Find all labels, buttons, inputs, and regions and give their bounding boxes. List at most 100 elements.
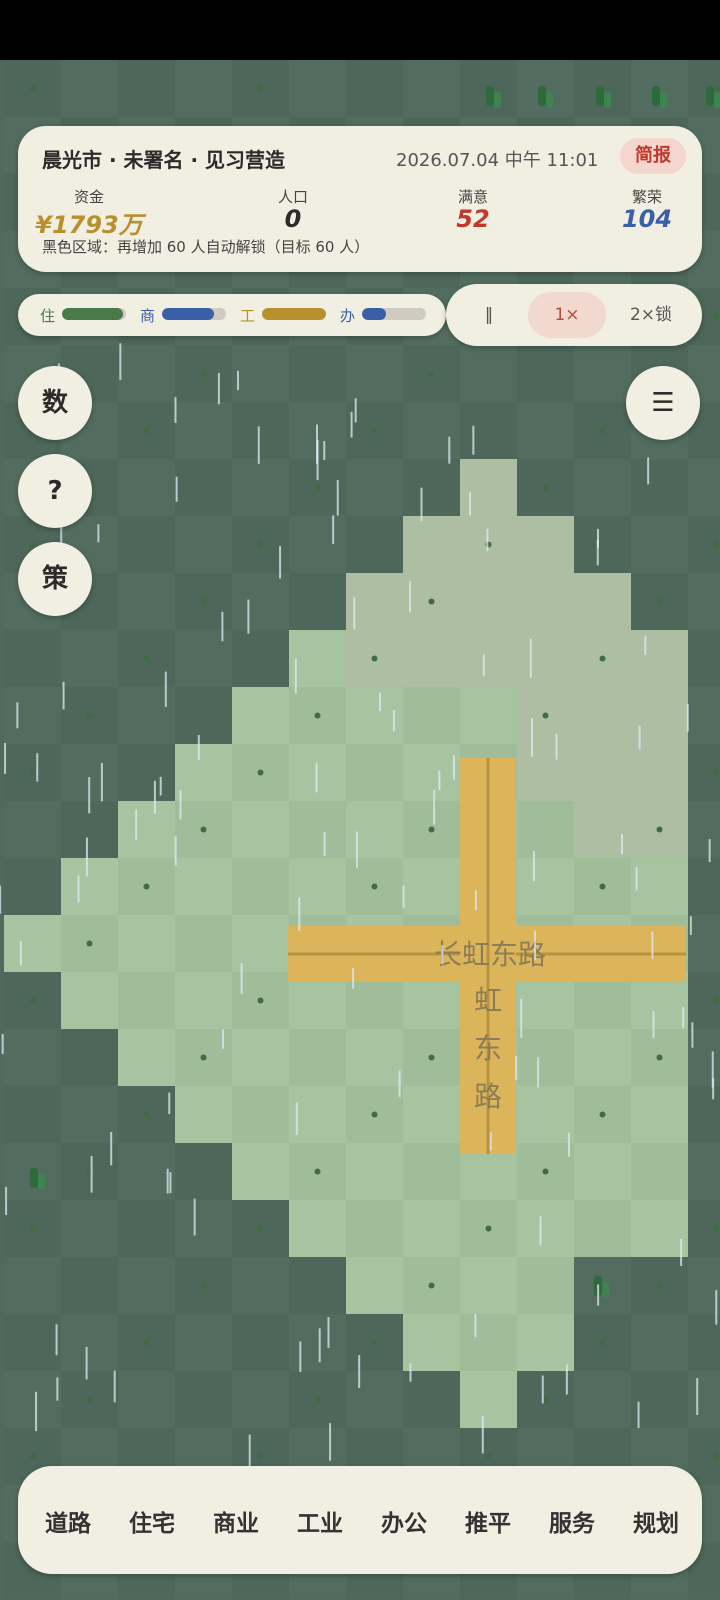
map-tile[interactable]	[61, 858, 118, 915]
map-tile[interactable]	[118, 573, 175, 630]
map-tile[interactable]	[175, 516, 232, 573]
map-tile[interactable]	[175, 858, 232, 915]
map-tile[interactable]	[289, 744, 346, 801]
tool-residential[interactable]: 住宅	[110, 1504, 194, 1538]
map-tile[interactable]	[61, 1200, 118, 1257]
map-tile[interactable]	[631, 1200, 688, 1257]
map-tile[interactable]	[574, 744, 631, 801]
map-tile[interactable]	[232, 1314, 289, 1371]
map-tile[interactable]	[574, 1371, 631, 1428]
map-tile[interactable]	[175, 1371, 232, 1428]
map-tile[interactable]	[346, 1257, 403, 1314]
policy-button[interactable]: 策	[18, 542, 92, 616]
tool-office[interactable]: 办公	[362, 1504, 446, 1538]
map-tile[interactable]	[517, 858, 574, 915]
map-tile[interactable]	[61, 1314, 118, 1371]
map-tile[interactable]	[4, 915, 61, 972]
tool-commercial[interactable]: 商业	[194, 1504, 278, 1538]
map-tile[interactable]	[4, 687, 61, 744]
map-tile[interactable]	[631, 744, 688, 801]
map-tile[interactable]	[232, 402, 289, 459]
map-tile[interactable]	[232, 459, 289, 516]
map-tile[interactable]	[460, 573, 517, 630]
map-tile[interactable]	[688, 459, 720, 516]
map-tile[interactable]	[403, 1371, 460, 1428]
map-tile[interactable]	[517, 516, 574, 573]
map-tile[interactable]	[346, 459, 403, 516]
map-tile[interactable]	[289, 345, 346, 402]
map-tile[interactable]	[232, 1257, 289, 1314]
map-tile[interactable]	[175, 915, 232, 972]
map-tile[interactable]	[574, 687, 631, 744]
tool-bulldoze[interactable]: 推平	[446, 1504, 530, 1538]
map-tile[interactable]	[403, 687, 460, 744]
map-tile[interactable]	[460, 1371, 517, 1428]
map-tile[interactable]	[460, 345, 517, 402]
map-tile[interactable]	[289, 801, 346, 858]
map-tile[interactable]	[403, 858, 460, 915]
map-tile[interactable]	[118, 516, 175, 573]
map-tile[interactable]	[175, 687, 232, 744]
map-tile[interactable]	[118, 915, 175, 972]
help-button[interactable]: ?	[18, 454, 92, 528]
map-tile[interactable]	[574, 1143, 631, 1200]
map-tile[interactable]	[4, 1314, 61, 1371]
map-tile[interactable]	[175, 459, 232, 516]
map-tile[interactable]	[517, 1086, 574, 1143]
map-tile[interactable]	[175, 630, 232, 687]
map-tile[interactable]	[631, 1371, 688, 1428]
map-tile[interactable]	[175, 1143, 232, 1200]
map-tile[interactable]	[688, 915, 720, 972]
pause-button[interactable]: ‖	[450, 292, 528, 338]
map-tile[interactable]	[688, 573, 720, 630]
map-tile[interactable]	[4, 630, 61, 687]
map-tile[interactable]	[688, 1086, 720, 1143]
map-tile[interactable]	[631, 459, 688, 516]
map-tile[interactable]	[688, 1143, 720, 1200]
map-tile[interactable]	[232, 858, 289, 915]
map-tile[interactable]	[631, 858, 688, 915]
map-tile[interactable]	[118, 744, 175, 801]
map-tile[interactable]	[460, 1314, 517, 1371]
map-tile[interactable]	[61, 972, 118, 1029]
map-tile[interactable]	[61, 60, 118, 117]
map-tile[interactable]	[346, 744, 403, 801]
map-tile[interactable]	[517, 744, 574, 801]
map-tile[interactable]	[574, 1029, 631, 1086]
map-tile[interactable]	[346, 516, 403, 573]
map-tile[interactable]	[403, 1200, 460, 1257]
map-tile[interactable]	[232, 1143, 289, 1200]
map-tile[interactable]	[631, 516, 688, 573]
map-tile[interactable]	[175, 60, 232, 117]
map-tile[interactable]	[403, 516, 460, 573]
map-tile[interactable]	[346, 60, 403, 117]
map-tile[interactable]	[61, 1257, 118, 1314]
map-tile[interactable]	[403, 1143, 460, 1200]
map-tile[interactable]	[631, 1086, 688, 1143]
tool-industrial[interactable]: 工业	[278, 1504, 362, 1538]
map-tile[interactable]	[289, 1314, 346, 1371]
map-tile[interactable]	[289, 630, 346, 687]
map-tile[interactable]	[517, 1200, 574, 1257]
map-tile[interactable]	[688, 1314, 720, 1371]
map-tile[interactable]	[517, 402, 574, 459]
map-tile[interactable]	[688, 801, 720, 858]
map-tile[interactable]	[574, 345, 631, 402]
map-tile[interactable]	[118, 972, 175, 1029]
map-tile[interactable]	[175, 1086, 232, 1143]
map-tile[interactable]	[289, 1257, 346, 1314]
map-tile[interactable]	[4, 1371, 61, 1428]
speed-1x-button[interactable]: 1×	[528, 292, 606, 338]
map-tile[interactable]	[232, 630, 289, 687]
map-tile[interactable]	[346, 1029, 403, 1086]
report-button[interactable]: 简报	[620, 138, 686, 174]
map-tile[interactable]	[118, 1371, 175, 1428]
map-tile[interactable]	[403, 630, 460, 687]
map-tile[interactable]	[118, 1029, 175, 1086]
map-tile[interactable]	[289, 573, 346, 630]
stats-button[interactable]: 数	[18, 366, 92, 440]
map-tile[interactable]	[61, 630, 118, 687]
map-tile[interactable]	[175, 972, 232, 1029]
map-tile[interactable]	[4, 1086, 61, 1143]
map-tile[interactable]	[4, 1257, 61, 1314]
